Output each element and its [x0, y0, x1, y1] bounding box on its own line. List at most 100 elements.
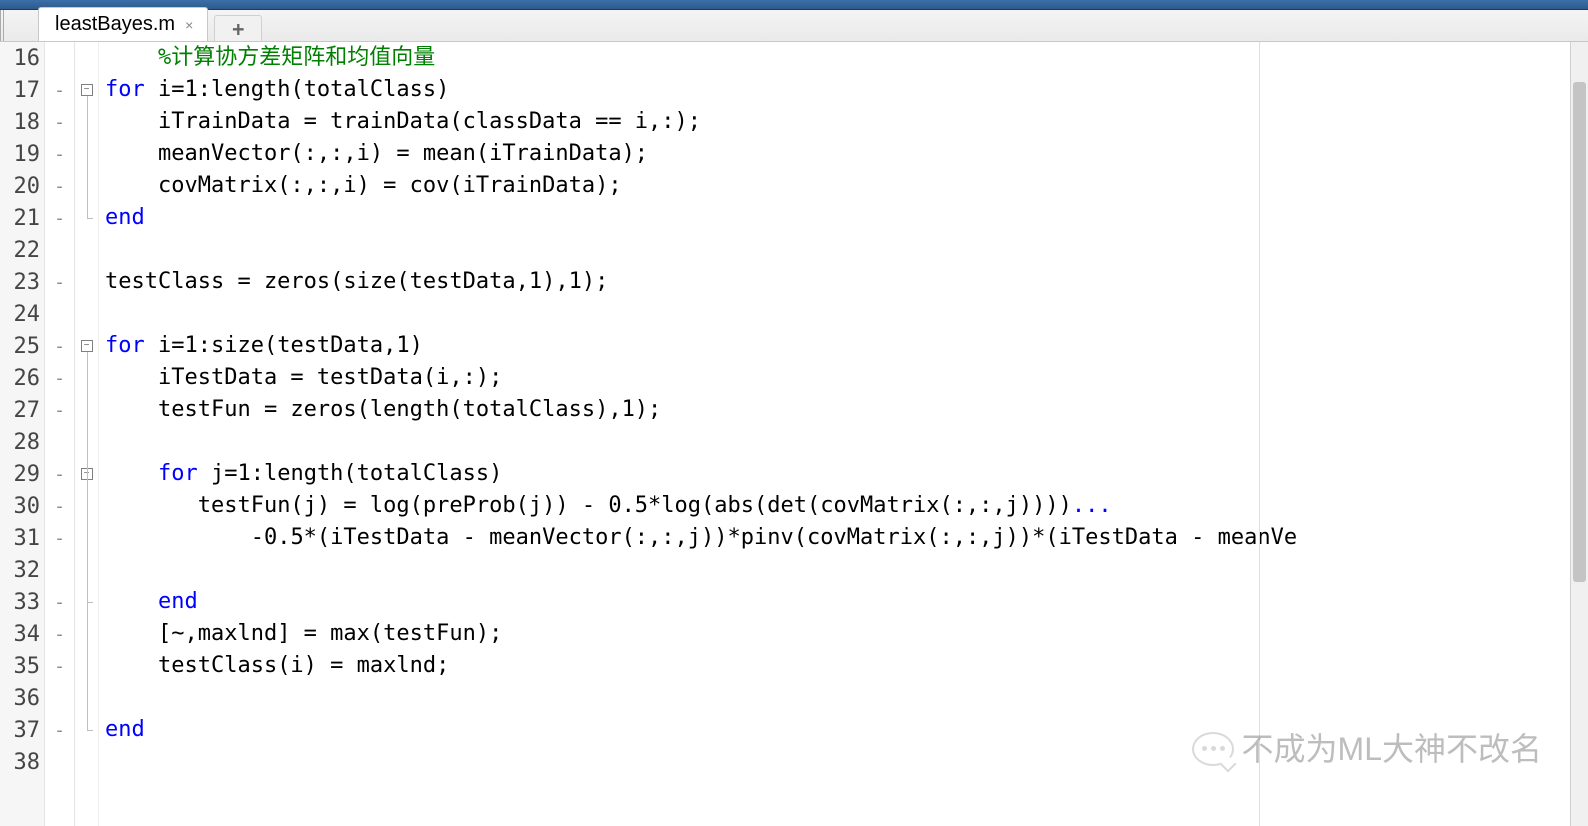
fold-slot[interactable]	[75, 426, 98, 458]
fold-gutter[interactable]: − − −	[75, 42, 99, 826]
fold-slot[interactable]	[75, 554, 98, 586]
code-line[interactable]	[99, 682, 1570, 714]
fold-slot[interactable]	[75, 746, 98, 778]
file-tab-label: leastBayes.m	[55, 13, 175, 36]
line-number: 16	[0, 42, 44, 74]
fold-toggle-icon[interactable]: −	[81, 84, 93, 96]
line-number: 22	[0, 234, 44, 266]
code-line[interactable]: end	[99, 202, 1570, 234]
line-number: 29	[0, 458, 44, 490]
fold-slot[interactable]: −	[75, 74, 98, 106]
fold-slot[interactable]: −	[75, 458, 98, 490]
fold-slot[interactable]	[75, 298, 98, 330]
breakpoint-slot[interactable]	[45, 682, 74, 714]
fold-slot[interactable]	[75, 202, 98, 234]
breakpoint-slot[interactable]: -	[45, 266, 74, 298]
breakpoint-slot[interactable]: -	[45, 522, 74, 554]
line-number: 36	[0, 682, 44, 714]
code-line[interactable]	[99, 426, 1570, 458]
line-number: 31	[0, 522, 44, 554]
code-line[interactable]: covMatrix(:,:,i) = cov(iTrainData);	[99, 170, 1570, 202]
code-line[interactable]: testFun(j) = log(preProb(j)) - 0.5*log(a…	[99, 490, 1570, 522]
code-line[interactable]: meanVector(:,:,i) = mean(iTrainData);	[99, 138, 1570, 170]
line-number: 23	[0, 266, 44, 298]
line-number: 20	[0, 170, 44, 202]
new-tab-button[interactable]: +	[214, 15, 262, 41]
window-titlebar	[0, 0, 1588, 10]
breakpoint-slot[interactable]	[45, 234, 74, 266]
code-line[interactable]: -0.5*(iTestData - meanVector(:,:,j))*pin…	[99, 522, 1570, 554]
breakpoint-slot[interactable]	[45, 554, 74, 586]
breakpoint-slot[interactable]: -	[45, 458, 74, 490]
code-line[interactable]	[99, 298, 1570, 330]
editor-window: leastBayes.m × + 16171819202122232425262…	[0, 0, 1588, 826]
fold-slot[interactable]	[75, 714, 98, 746]
tab-bar: leastBayes.m × +	[0, 10, 1588, 42]
fold-toggle-icon[interactable]: −	[81, 340, 93, 352]
code-line[interactable]: for j=1:length(totalClass)	[99, 458, 1570, 490]
code-line[interactable]	[99, 554, 1570, 586]
breakpoint-slot[interactable]: -	[45, 74, 74, 106]
breakpoint-slot[interactable]: -	[45, 362, 74, 394]
fold-slot[interactable]	[75, 650, 98, 682]
scrollbar-thumb[interactable]	[1573, 82, 1586, 582]
breakpoint-slot[interactable]	[45, 298, 74, 330]
breakpoint-gutter[interactable]: ----------------	[45, 42, 75, 826]
file-tab[interactable]: leastBayes.m ×	[38, 7, 208, 41]
breakpoint-slot[interactable]: -	[45, 714, 74, 746]
breakpoint-slot[interactable]: -	[45, 202, 74, 234]
fold-slot[interactable]	[75, 106, 98, 138]
breakpoint-slot[interactable]: -	[45, 618, 74, 650]
breakpoint-slot[interactable]	[45, 746, 74, 778]
breakpoint-slot[interactable]: -	[45, 490, 74, 522]
breakpoint-slot[interactable]	[45, 42, 74, 74]
line-number: 32	[0, 554, 44, 586]
fold-slot[interactable]	[75, 490, 98, 522]
line-number: 34	[0, 618, 44, 650]
fold-slot[interactable]	[75, 618, 98, 650]
work-area: 1617181920212223242526272829303132333435…	[0, 42, 1588, 826]
code-line[interactable]: iTestData = testData(i,:);	[99, 362, 1570, 394]
breakpoint-slot[interactable]: -	[45, 138, 74, 170]
code-line[interactable]: %计算协方差矩阵和均值向量	[99, 42, 1570, 74]
fold-slot[interactable]	[75, 362, 98, 394]
breakpoint-slot[interactable]: -	[45, 170, 74, 202]
code-line[interactable]: iTrainData = trainData(classData == i,:)…	[99, 106, 1570, 138]
code-line[interactable]: testClass = zeros(size(testData,1),1);	[99, 266, 1570, 298]
breakpoint-slot[interactable]: -	[45, 330, 74, 362]
code-line[interactable]: for i=1:length(totalClass)	[99, 74, 1570, 106]
line-number: 17	[0, 74, 44, 106]
line-number: 38	[0, 746, 44, 778]
vertical-scrollbar[interactable]	[1570, 42, 1588, 826]
fold-slot[interactable]: −	[75, 330, 98, 362]
fold-slot[interactable]	[75, 522, 98, 554]
breakpoint-slot[interactable]	[45, 426, 74, 458]
breakpoint-slot[interactable]: -	[45, 394, 74, 426]
fold-slot[interactable]	[75, 42, 98, 74]
breakpoint-slot[interactable]: -	[45, 650, 74, 682]
fold-slot[interactable]	[75, 394, 98, 426]
code-line[interactable]	[99, 234, 1570, 266]
fold-slot[interactable]	[75, 682, 98, 714]
fold-slot[interactable]	[75, 170, 98, 202]
line-number: 25	[0, 330, 44, 362]
fold-slot[interactable]	[75, 586, 98, 618]
line-number: 24	[0, 298, 44, 330]
code-line[interactable]: end	[99, 586, 1570, 618]
code-line[interactable]: testFun = zeros(length(totalClass),1);	[99, 394, 1570, 426]
line-number: 19	[0, 138, 44, 170]
line-number-gutter: 1617181920212223242526272829303132333435…	[0, 42, 45, 826]
breakpoint-slot[interactable]: -	[45, 586, 74, 618]
code-editor[interactable]: 不成为ML大神不改名 %计算协方差矩阵和均值向量for i=1:length(t…	[99, 42, 1570, 826]
close-icon[interactable]: ×	[185, 17, 193, 33]
code-line[interactable]	[99, 746, 1570, 778]
code-line[interactable]: [~,maxlnd] = max(testFun);	[99, 618, 1570, 650]
fold-slot[interactable]	[75, 234, 98, 266]
line-number: 30	[0, 490, 44, 522]
code-line[interactable]: for i=1:size(testData,1)	[99, 330, 1570, 362]
code-line[interactable]: end	[99, 714, 1570, 746]
breakpoint-slot[interactable]: -	[45, 106, 74, 138]
fold-slot[interactable]	[75, 266, 98, 298]
code-line[interactable]: testClass(i) = maxlnd;	[99, 650, 1570, 682]
fold-slot[interactable]	[75, 138, 98, 170]
